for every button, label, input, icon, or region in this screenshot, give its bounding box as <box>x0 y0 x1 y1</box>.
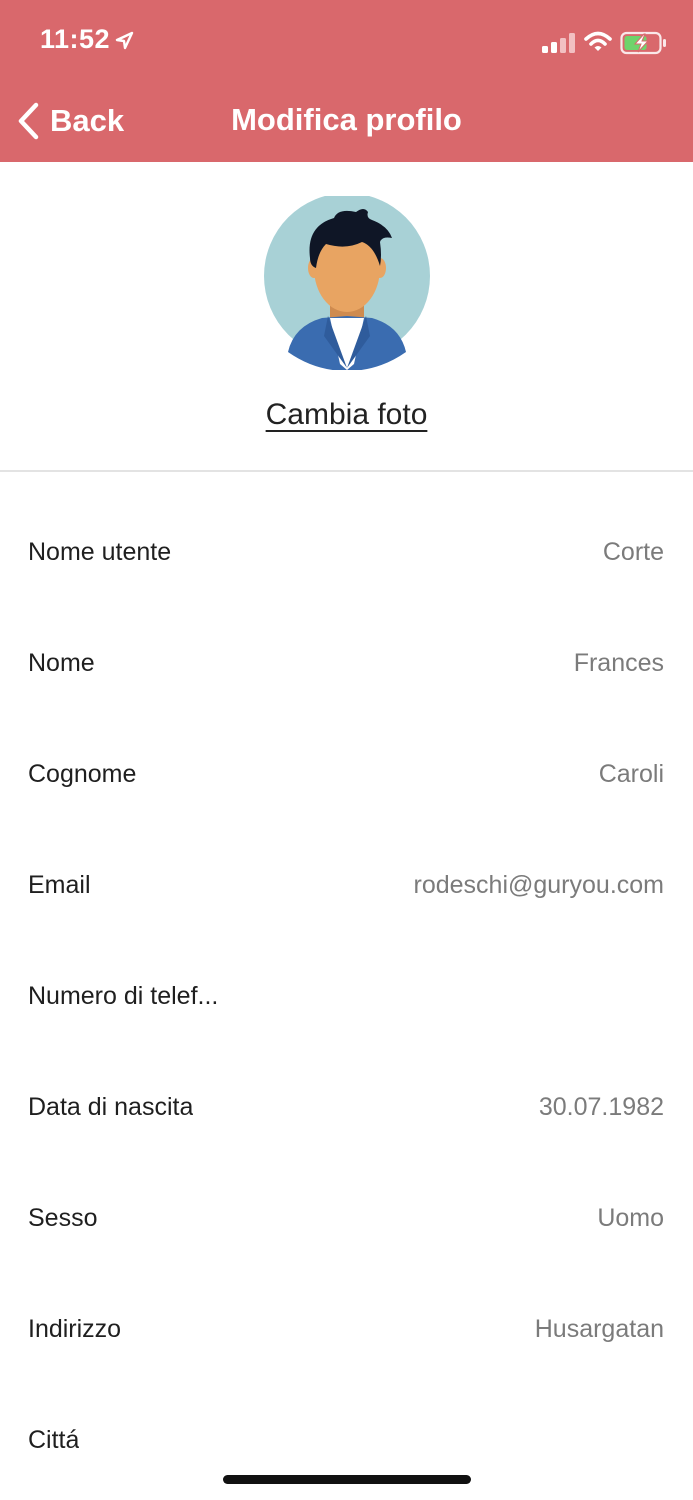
field-row-gender[interactable]: Sesso Uomo <box>0 1166 693 1277</box>
field-label: Indirizzo <box>28 1315 122 1343</box>
field-value: rodeschi@guryou.com <box>413 871 665 899</box>
avatar <box>264 193 430 371</box>
field-label: Nome utente <box>28 538 172 566</box>
field-row-email[interactable]: Email rodeschi@guryou.com <box>0 833 693 944</box>
cellular-signal-icon <box>542 33 576 58</box>
field-row-first-name[interactable]: Nome Frances <box>0 611 693 722</box>
change-photo-link[interactable]: Cambia foto <box>0 398 693 432</box>
field-row-birth-date[interactable]: Data di nascita 30.07.1982 <box>0 1055 693 1166</box>
field-row-last-name[interactable]: Cognome Caroli <box>0 722 693 833</box>
field-label: Email <box>28 871 91 899</box>
field-label: Nome <box>28 649 95 677</box>
field-value: Frances <box>573 649 664 677</box>
field-value: Uomo <box>597 1204 664 1232</box>
field-row-username[interactable]: Nome utente Corte <box>0 500 693 611</box>
field-label: Cittá <box>28 1426 80 1454</box>
battery-charging-icon <box>620 31 668 60</box>
page-title: Modifica profilo <box>231 102 462 137</box>
field-row-phone[interactable]: Numero di telef... <box>0 944 693 1055</box>
field-value: Corte <box>602 538 664 566</box>
navigation-header: 11:52 Back Modifica profilo <box>0 0 693 162</box>
field-label: Sesso <box>28 1204 98 1232</box>
field-value: 30.07.1982 <box>538 1093 664 1121</box>
profile-photo-section: Cambia foto <box>0 162 693 472</box>
home-indicator <box>223 1475 471 1484</box>
field-label: Cognome <box>28 760 137 788</box>
status-bar: 11:52 <box>0 0 693 84</box>
field-value: Caroli <box>598 760 664 788</box>
field-label: Numero di telef... <box>28 982 219 1010</box>
location-arrow-icon <box>114 31 134 56</box>
field-label: Data di nascita <box>28 1093 194 1121</box>
wifi-icon <box>584 31 612 58</box>
field-value: Husargatan <box>534 1315 664 1343</box>
status-time: 11:52 <box>40 24 111 54</box>
profile-fields-list: Nome utente Corte Nome Frances Cognome C… <box>0 500 693 1499</box>
field-row-address[interactable]: Indirizzo Husargatan <box>0 1277 693 1388</box>
